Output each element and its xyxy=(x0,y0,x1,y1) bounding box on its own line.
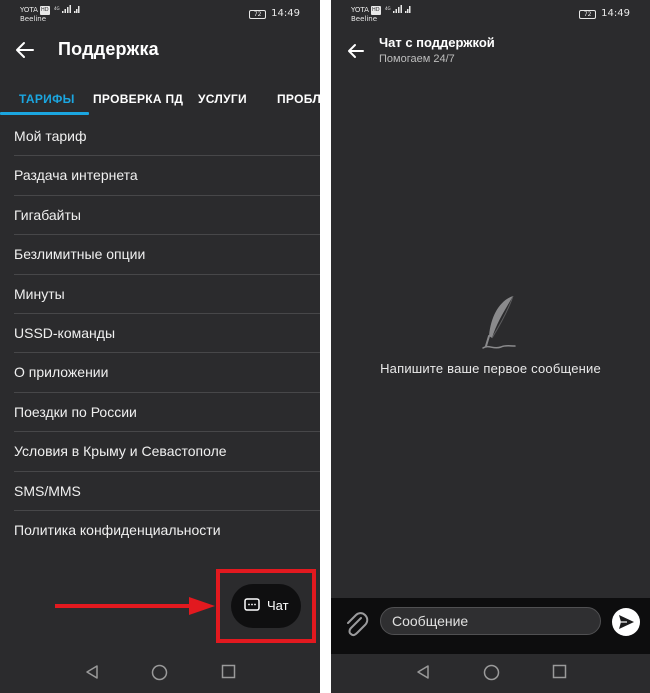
hd-badge: HD xyxy=(370,6,381,15)
menu-item-privacy[interactable]: Политика конфиденциальности xyxy=(14,511,320,550)
battery-icon: 72 xyxy=(579,10,597,19)
nav-back-icon[interactable] xyxy=(84,664,100,680)
chat-title: Чат с поддержкой xyxy=(379,35,495,50)
status-bar: YOTA HD 4G Beeline 72 14:49 xyxy=(331,0,650,26)
menu-item-sms[interactable]: SMS/MMS xyxy=(14,472,320,511)
support-screen: YOTA HD 4G Beeline 72 14:49 Поддержка ТАРИ… xyxy=(0,0,320,693)
status-bar: YOTA HD 4G Beeline 72 14:49 xyxy=(0,0,320,26)
chat-button[interactable]: Чат xyxy=(231,584,301,628)
menu-item-travel[interactable]: Поездки по России xyxy=(14,393,320,433)
tab-bar: ТАРИФЫ ПРОВЕРКА ПД УСЛУГИ ПРОБЛ xyxy=(0,86,320,116)
menu-item-tethering[interactable]: Раздача интернета xyxy=(14,156,320,196)
chat-bubble-icon xyxy=(244,598,260,611)
carrier-1: YOTA xyxy=(20,6,38,14)
red-arrow-annotation xyxy=(55,597,215,615)
empty-state-message: Напишите ваше первое сообщение xyxy=(380,361,601,376)
battery-icon: 72 xyxy=(249,10,267,19)
message-input[interactable] xyxy=(380,607,601,635)
svg-text:4G: 4G xyxy=(385,6,391,11)
carrier-2: Beeline xyxy=(351,15,378,23)
support-menu: Мой тариф Раздача интернета Гигабайты Бе… xyxy=(14,117,320,550)
back-arrow-icon[interactable] xyxy=(345,40,367,62)
nav-home-icon[interactable] xyxy=(483,664,500,681)
send-icon xyxy=(619,615,634,629)
menu-item-my-tariff[interactable]: Мой тариф xyxy=(14,117,320,157)
hd-badge: HD xyxy=(39,6,50,15)
chat-screen: YOTA HD 4G Beeline 72 14:49 Чат с поддержк… xyxy=(331,0,650,693)
menu-item-unlimited[interactable]: Безлимитные опции xyxy=(14,235,320,275)
page-title: Поддержка xyxy=(58,39,159,59)
carrier-1: YOTA xyxy=(351,6,369,14)
message-composer xyxy=(331,598,650,654)
clock: 14:49 xyxy=(271,8,300,19)
tab-pd-check[interactable]: ПРОВЕРКА ПД xyxy=(93,92,183,106)
menu-item-crimea[interactable]: Условия в Крыму и Севастополе xyxy=(14,432,320,472)
svg-text:4G: 4G xyxy=(54,6,60,11)
tab-tariffs[interactable]: ТАРИФЫ xyxy=(19,92,75,106)
send-button[interactable] xyxy=(612,608,640,636)
signal-icon: 4G xyxy=(385,5,411,13)
menu-item-ussd[interactable]: USSD-команды xyxy=(14,314,320,354)
signal-icon: 4G xyxy=(54,5,80,13)
menu-item-minutes[interactable]: Минуты xyxy=(14,275,320,314)
quill-icon xyxy=(482,295,516,349)
nav-bar xyxy=(331,653,650,693)
nav-back-icon[interactable] xyxy=(415,664,431,680)
clock: 14:49 xyxy=(601,8,630,19)
paperclip-icon[interactable] xyxy=(343,610,369,638)
chat-button-label: Чат xyxy=(267,598,289,613)
nav-recents-icon[interactable] xyxy=(221,664,236,679)
back-arrow-icon[interactable] xyxy=(14,39,36,61)
menu-item-gigabytes[interactable]: Гигабайты xyxy=(14,196,320,236)
carrier-2: Beeline xyxy=(20,15,47,23)
tab-indicator xyxy=(0,112,89,115)
tab-problems[interactable]: ПРОБЛ xyxy=(277,92,320,106)
chat-subtitle: Помогаем 24/7 xyxy=(379,53,455,65)
nav-recents-icon[interactable] xyxy=(552,664,567,679)
menu-item-about[interactable]: О приложении xyxy=(14,353,320,393)
nav-home-icon[interactable] xyxy=(151,664,168,681)
tab-services[interactable]: УСЛУГИ xyxy=(198,92,247,106)
nav-bar xyxy=(0,653,320,693)
